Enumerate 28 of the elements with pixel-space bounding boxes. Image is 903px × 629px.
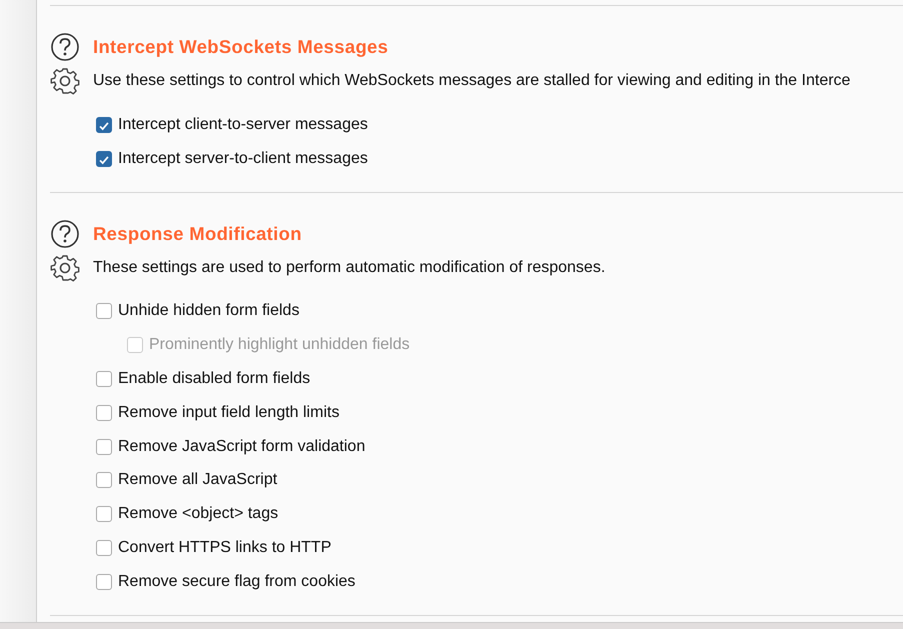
checkbox-option[interactable]: Remove secure flag from cookies: [96, 564, 356, 599]
checkbox-option[interactable]: Remove JavaScript form validation: [96, 430, 366, 464]
checkbox[interactable]: [96, 371, 112, 388]
checkbox[interactable]: [96, 404, 112, 421]
checkbox[interactable]: [96, 574, 112, 590]
checkbox[interactable]: [96, 438, 112, 455]
settings-icon[interactable]: [50, 66, 80, 96]
checkbox-option[interactable]: Enable disabled form fields: [96, 362, 310, 396]
checkbox-option[interactable]: Convert HTTPS links to HTTP: [96, 531, 332, 565]
help-icon[interactable]: [50, 32, 80, 62]
checkbox[interactable]: [96, 540, 112, 556]
checkbox[interactable]: [96, 472, 112, 488]
checkbox-option[interactable]: Remove all JavaScript: [96, 464, 278, 498]
checkbox-option[interactable]: Remove <object> tags: [96, 497, 278, 532]
checkbox-option[interactable]: Intercept server-to-client messages: [96, 142, 368, 176]
checkbox[interactable]: [96, 303, 112, 320]
section-description: Use these settings to control which WebSockets messages are stalled for viewing and editing in the Interce: [93, 72, 850, 90]
help-icon[interactable]: [50, 218, 80, 249]
section-title: Intercept WebSockets Messages: [93, 36, 388, 58]
checkbox-option[interactable]: Unhide hidden form fields: [96, 294, 300, 328]
checkbox-option[interactable]: Remove input field length limits: [96, 396, 340, 430]
checkbox-option[interactable]: Intercept client-to-server messages: [96, 108, 368, 142]
checkbox[interactable]: [96, 116, 112, 133]
settings-icon[interactable]: [50, 252, 80, 283]
section-title: Response Modification: [93, 222, 302, 245]
section-description: These settings are used to perform automatic modification of responses.: [93, 258, 606, 277]
checkbox[interactable]: [96, 150, 112, 167]
checkbox[interactable]: [96, 506, 112, 522]
